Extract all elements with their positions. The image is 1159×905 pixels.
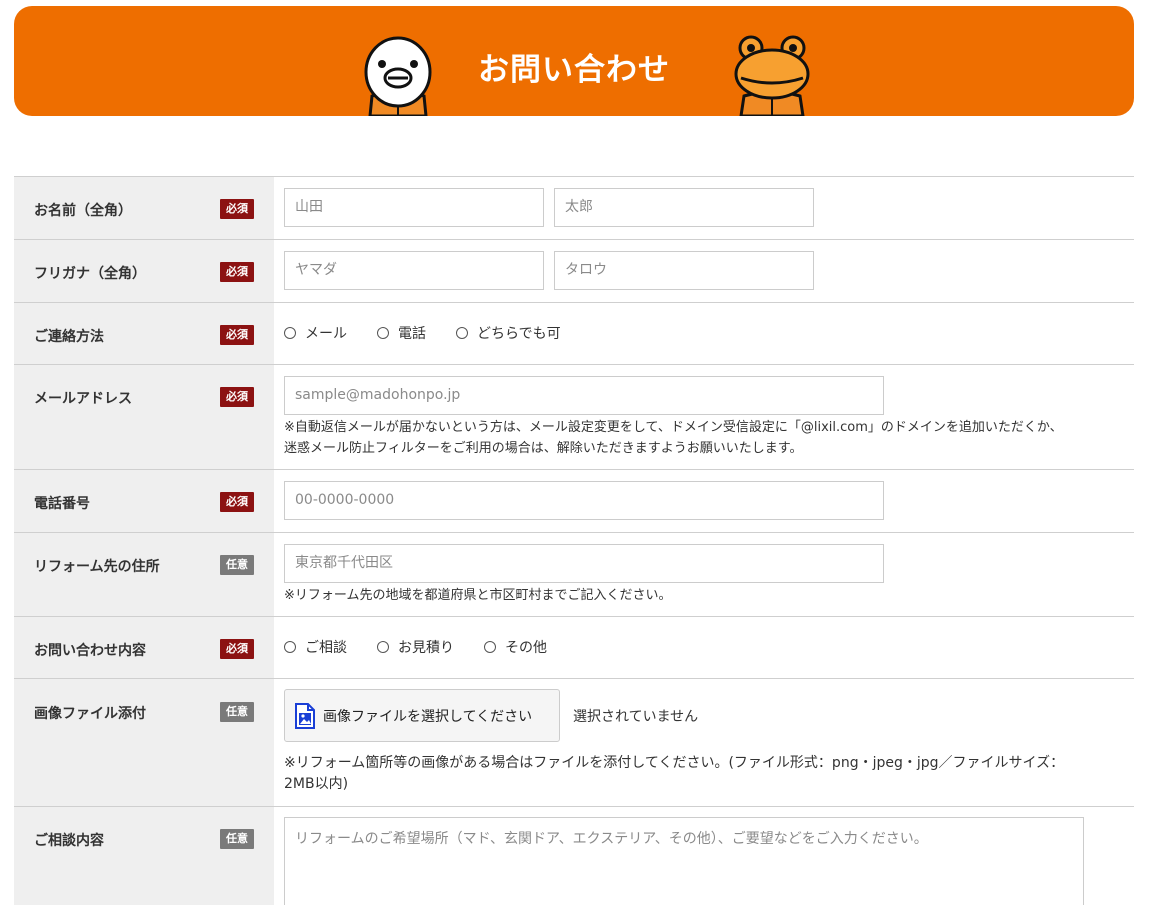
consultation-textarea[interactable]: リフォームのご希望場所（マド、玄関ドア、エクステリア、その他）、ご要望などをご入…: [284, 817, 1084, 905]
field-cell: メール 電話 どちらでも可: [274, 303, 1134, 364]
radio-label: お見積り: [398, 640, 454, 656]
email-label: メールアドレス: [34, 391, 132, 407]
name-label: お名前（全角）: [34, 203, 132, 219]
radio-label: 電話: [398, 326, 426, 342]
label-cell: 画像ファイル添付 任意: [14, 679, 274, 806]
required-badge: 必須: [220, 387, 254, 407]
radio-label: ご相談: [305, 640, 347, 656]
radio-consultation[interactable]: ご相談: [284, 637, 347, 657]
radio-circle-icon[interactable]: [284, 641, 296, 653]
contact-method-label: ご連絡方法: [34, 329, 104, 345]
radio-label: メール: [305, 326, 347, 342]
required-badge: 必須: [220, 492, 254, 512]
phone-input[interactable]: 00-0000-0000: [284, 481, 884, 520]
field-cell: リフォームのご希望場所（マド、玄関ドア、エクステリア、その他）、ご要望などをご入…: [274, 807, 1134, 905]
required-badge: 必須: [220, 325, 254, 345]
field-cell: 00-0000-0000: [274, 470, 1134, 532]
label-cell: ご連絡方法 必須: [14, 303, 274, 364]
radio-label: その他: [505, 640, 547, 656]
image-attachment-label: 画像ファイル添付: [34, 706, 146, 722]
radio-either[interactable]: どちらでも可: [456, 323, 561, 343]
image-note-line-2: 2MB以内): [284, 776, 349, 792]
required-badge: 必須: [220, 199, 254, 219]
field-cell: ヤマダ タロウ: [274, 240, 1134, 302]
required-badge: 必須: [220, 262, 254, 282]
email-note-line-1: ※自動返信メールが届かないという方は、メール設定変更をして、ドメイン受信設定に「…: [284, 420, 1063, 435]
address-row: リフォーム先の住所 任意 東京都千代田区 ※リフォーム先の地域を都道府県と市区町…: [14, 533, 1134, 617]
frog-mascot-icon: [734, 35, 810, 116]
label-cell: メールアドレス 必須: [14, 365, 274, 469]
furigana-label: フリガナ（全角）: [34, 266, 146, 282]
radio-estimate[interactable]: お見積り: [377, 637, 454, 657]
page-title: お問い合わせ: [478, 52, 670, 88]
consultation-row: ご相談内容 任意 リフォームのご希望場所（マド、玄関ドア、エクステリア、その他）…: [14, 807, 1134, 905]
radio-circle-icon[interactable]: [377, 327, 389, 339]
field-cell: ご相談 お見積り その他: [274, 617, 1134, 678]
radio-email[interactable]: メール: [284, 323, 347, 343]
email-note: ※自動返信メールが届かないという方は、メール設定変更をして、ドメイン受信設定に「…: [284, 417, 1063, 459]
email-note-line-2: 迷惑メール防止フィルターをご利用の場合は、解除いただきますようお願いいたします。: [284, 441, 803, 456]
file-select-button[interactable]: 画像ファイルを選択してください: [284, 689, 560, 742]
address-note: ※リフォーム先の地域を都道府県と市区町村までご記入ください。: [284, 588, 672, 603]
file-status-text: 選択されていません: [573, 709, 699, 725]
contact-method-radio-group: メール 電話 どちらでも可: [284, 323, 591, 343]
image-note-line-1: ※リフォーム箇所等の画像がある場合はファイルを添付してください。(ファイル形式：…: [284, 755, 1065, 771]
email-input[interactable]: sample@madohonpo.jp: [284, 376, 884, 415]
label-cell: お問い合わせ内容 必須: [14, 617, 274, 678]
inquiry-type-label: お問い合わせ内容: [34, 643, 146, 659]
radio-circle-icon[interactable]: [284, 327, 296, 339]
field-cell: 画像ファイルを選択してください 選択されていません ※リフォーム箇所等の画像があ…: [274, 679, 1134, 806]
optional-badge: 任意: [220, 829, 254, 849]
inquiry-type-radio-group: ご相談 お見積り その他: [284, 637, 577, 657]
phone-row: 電話番号 必須 00-0000-0000: [14, 470, 1134, 533]
image-file-icon: [295, 702, 315, 729]
label-cell: 電話番号 必須: [14, 470, 274, 532]
field-cell: sample@madohonpo.jp ※自動返信メールが届かないという方は、メ…: [274, 365, 1134, 469]
last-name-kana-input[interactable]: ヤマダ: [284, 251, 544, 290]
header-banner: お問い合わせ: [14, 6, 1134, 116]
required-badge: 必須: [220, 639, 254, 659]
furigana-row: フリガナ（全角） 必須 ヤマダ タロウ: [14, 240, 1134, 303]
inquiry-type-row: お問い合わせ内容 必須 ご相談 お見積り その他: [14, 617, 1134, 679]
consultation-label: ご相談内容: [34, 833, 104, 849]
inquiry-form: お名前（全角） 必須 山田 太郎 フリガナ（全角） 必須 ヤマダ タロウ ご連絡…: [14, 176, 1134, 905]
label-cell: お名前（全角） 必須: [14, 177, 274, 239]
field-cell: 山田 太郎: [274, 177, 1134, 239]
file-select-button-label: 画像ファイルを選択してください: [323, 708, 533, 725]
image-note: ※リフォーム箇所等の画像がある場合はファイルを添付してください。(ファイル形式：…: [284, 753, 1064, 795]
label-cell: フリガナ（全角） 必須: [14, 240, 274, 302]
name-row: お名前（全角） 必須 山田 太郎: [14, 177, 1134, 240]
image-attachment-row: 画像ファイル添付 任意 画像ファイルを選択してください 選択されていません ※リ…: [14, 679, 1134, 807]
last-name-input[interactable]: 山田: [284, 188, 544, 227]
first-name-input[interactable]: 太郎: [554, 188, 814, 227]
contact-method-row: ご連絡方法 必須 メール 電話 どちらでも可: [14, 303, 1134, 365]
field-cell: 東京都千代田区 ※リフォーム先の地域を都道府県と市区町村までご記入ください。: [274, 533, 1134, 616]
radio-circle-icon[interactable]: [456, 327, 468, 339]
radio-circle-icon[interactable]: [377, 641, 389, 653]
phone-label: 電話番号: [34, 496, 90, 512]
radio-phone[interactable]: 電話: [377, 323, 426, 343]
address-input[interactable]: 東京都千代田区: [284, 544, 884, 583]
email-row: メールアドレス 必須 sample@madohonpo.jp ※自動返信メールが…: [14, 365, 1134, 470]
radio-other[interactable]: その他: [484, 637, 547, 657]
optional-badge: 任意: [220, 702, 254, 722]
first-name-kana-input[interactable]: タロウ: [554, 251, 814, 290]
address-label: リフォーム先の住所: [34, 559, 160, 575]
optional-badge: 任意: [220, 555, 254, 575]
radio-label: どちらでも可: [477, 326, 561, 342]
label-cell: リフォーム先の住所 任意: [14, 533, 274, 616]
label-cell: ご相談内容 任意: [14, 807, 274, 905]
radio-circle-icon[interactable]: [484, 641, 496, 653]
